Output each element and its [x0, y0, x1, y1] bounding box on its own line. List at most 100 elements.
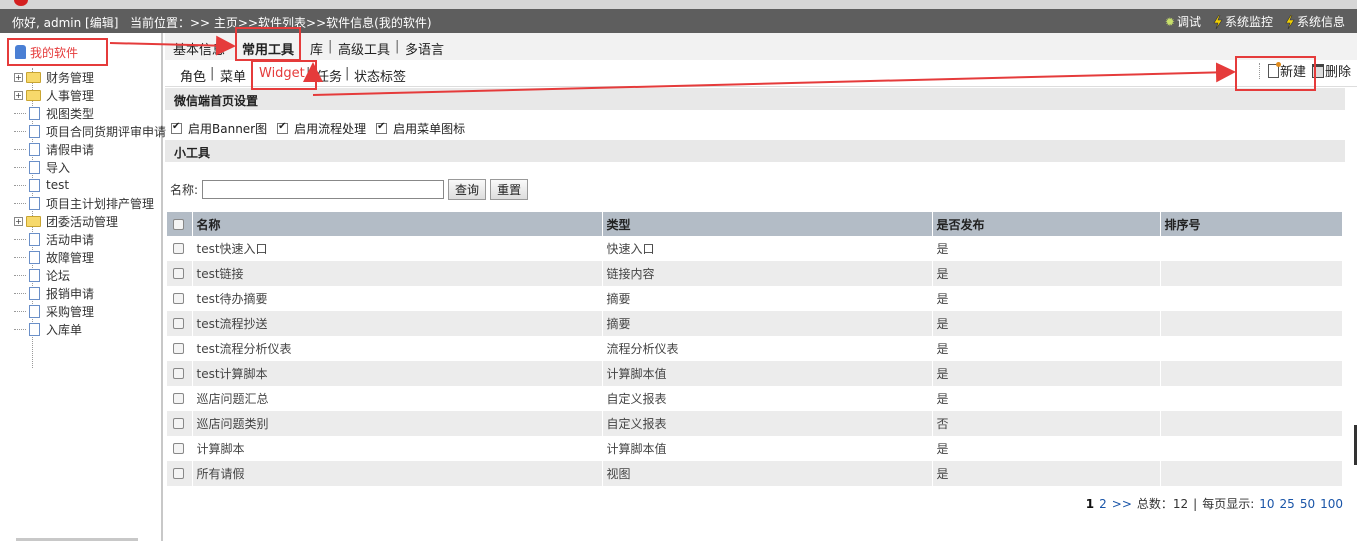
- system-monitor-label: 系统监控: [1224, 15, 1273, 29]
- table-row[interactable]: test流程分析仪表 流程分析仪表是: [167, 336, 1343, 361]
- lightning-icon: [1213, 14, 1223, 29]
- expand-icon[interactable]: +: [14, 216, 23, 226]
- table-row[interactable]: test快速入口 快速入口是: [167, 236, 1343, 261]
- sidebar-item[interactable]: + 财务管理: [14, 68, 166, 86]
- sidebar-item[interactable]: test: [14, 176, 166, 194]
- tab-advanced-tools[interactable]: 高级工具: [338, 39, 390, 58]
- cell-name[interactable]: 计算脚本: [192, 436, 603, 461]
- cell-name[interactable]: test待办摘要: [192, 286, 603, 311]
- cell-published: 是: [932, 461, 1161, 486]
- row-checkbox[interactable]: [173, 318, 184, 329]
- table-row[interactable]: test链接 链接内容是: [167, 261, 1343, 286]
- expand-icon[interactable]: +: [14, 72, 23, 82]
- table-row[interactable]: test流程抄送 摘要是: [167, 311, 1343, 336]
- sidebar-item[interactable]: 报销申请: [14, 284, 166, 302]
- table-row[interactable]: test待办摘要 摘要是: [167, 286, 1343, 311]
- next-page-link[interactable]: >>: [1112, 497, 1132, 511]
- column-header-type[interactable]: 类型: [602, 212, 933, 236]
- row-checkbox[interactable]: [173, 443, 184, 454]
- per-page-option[interactable]: 10: [1259, 497, 1274, 511]
- app-logo: [14, 0, 28, 6]
- per-page-option[interactable]: 100: [1320, 497, 1343, 511]
- lightning-icon: [1285, 14, 1295, 29]
- row-checkbox[interactable]: [173, 393, 184, 404]
- sidebar-item-label: 导入: [46, 160, 71, 175]
- banner-checkbox[interactable]: [171, 121, 182, 134]
- sidebar-item[interactable]: 项目合同货期评审申请: [14, 122, 166, 140]
- table-row[interactable]: 所有请假 视图是: [167, 461, 1343, 486]
- page-link[interactable]: 2: [1099, 497, 1107, 511]
- sidebar-item[interactable]: + 人事管理: [14, 86, 166, 104]
- sidebar-item[interactable]: 论坛: [14, 266, 166, 284]
- tab-role[interactable]: 角色: [180, 66, 206, 85]
- sidebar-root-my-software[interactable]: 我的软件: [7, 38, 108, 66]
- column-header-order[interactable]: 排序号: [1160, 212, 1343, 236]
- cell-name[interactable]: 巡店问题类别: [192, 411, 603, 436]
- cell-name[interactable]: test快速入口: [192, 236, 603, 261]
- cell-name[interactable]: 巡店问题汇总: [192, 386, 603, 411]
- row-checkbox[interactable]: [173, 343, 184, 354]
- sidebar-item[interactable]: 入库单: [14, 320, 166, 338]
- per-page-option[interactable]: 25: [1280, 497, 1295, 511]
- cell-name[interactable]: test链接: [192, 261, 603, 286]
- cell-type: 自定义报表: [602, 411, 933, 436]
- tab-basic-info[interactable]: 基本信息: [173, 39, 225, 58]
- row-select-cell: [167, 361, 193, 386]
- table-row[interactable]: 计算脚本 计算脚本值是: [167, 436, 1343, 461]
- delete-button[interactable]: 删除: [1311, 61, 1351, 80]
- tab-multilanguage[interactable]: 多语言: [405, 39, 444, 58]
- sidebar-item-label: 人事管理: [46, 88, 95, 103]
- column-header-name[interactable]: 名称: [192, 212, 603, 236]
- tab-menu[interactable]: 菜单: [220, 66, 246, 85]
- sidebar-item[interactable]: 采购管理: [14, 302, 166, 320]
- sidebar-item[interactable]: 故障管理: [14, 248, 166, 266]
- tree-connector: [14, 166, 26, 168]
- tab-task[interactable]: 任务: [316, 66, 342, 85]
- cell-order: [1160, 361, 1343, 386]
- search-input[interactable]: [202, 180, 445, 199]
- table-row[interactable]: test计算脚本 计算脚本值是: [167, 361, 1343, 386]
- sub-tabs: 角色 | 菜单 | Widget | 任务 | 状态标签: [165, 60, 1357, 87]
- table-row[interactable]: 巡店问题类别 自定义报表否: [167, 411, 1343, 436]
- menu-icon-checkbox[interactable]: [376, 121, 388, 134]
- query-button[interactable]: 查询: [448, 179, 487, 200]
- table-row[interactable]: 巡店问题汇总 自定义报表是: [167, 386, 1343, 411]
- select-all-checkbox[interactable]: [173, 218, 184, 230]
- tab-status-label[interactable]: 状态标签: [354, 66, 406, 85]
- cell-name[interactable]: test流程分析仪表: [192, 336, 603, 361]
- sidebar-item[interactable]: 项目主计划排产管理: [14, 194, 166, 212]
- row-checkbox[interactable]: [173, 293, 184, 304]
- system-monitor-link[interactable]: 系统监控: [1213, 13, 1273, 30]
- cell-name[interactable]: 所有请假: [192, 461, 603, 486]
- sidebar-item[interactable]: 导入: [14, 158, 166, 176]
- cell-name[interactable]: test流程抄送: [192, 311, 603, 336]
- cell-name[interactable]: test计算脚本: [192, 361, 603, 386]
- sidebar-item-label: 报销申请: [46, 286, 95, 301]
- row-checkbox[interactable]: [173, 268, 184, 279]
- per-page-option[interactable]: 50: [1300, 497, 1315, 511]
- flow-process-checkbox[interactable]: [277, 121, 289, 134]
- search-label: 名称:: [170, 183, 199, 197]
- row-checkbox[interactable]: [173, 243, 184, 254]
- sidebar-item[interactable]: + 团委活动管理: [14, 212, 166, 230]
- greeting-text[interactable]: 你好, admin [编辑]: [12, 14, 118, 31]
- column-header-published[interactable]: 是否发布: [932, 212, 1161, 236]
- row-checkbox[interactable]: [173, 418, 184, 429]
- row-checkbox[interactable]: [173, 368, 184, 379]
- row-checkbox[interactable]: [173, 468, 184, 479]
- sidebar-item[interactable]: 请假申请: [14, 140, 166, 158]
- folder-icon: [26, 71, 41, 83]
- debug-link[interactable]: ✹ 调试: [1165, 13, 1201, 30]
- expand-icon[interactable]: +: [14, 90, 23, 100]
- system-info-link[interactable]: 系统信息: [1285, 13, 1345, 30]
- tab-library[interactable]: 库: [310, 39, 323, 58]
- sidebar-item-label: 项目主计划排产管理: [46, 196, 155, 211]
- header-links: ✹ 调试 系统监控 系统信息: [1165, 13, 1345, 30]
- sidebar-item-label: 活动申请: [46, 232, 95, 247]
- sidebar-item[interactable]: 视图类型: [14, 104, 166, 122]
- sidebar-item[interactable]: 活动申请: [14, 230, 166, 248]
- reset-button[interactable]: 重置: [490, 179, 529, 200]
- search-bar: 名称: 查询 重置: [170, 179, 529, 200]
- folder-icon: [26, 89, 41, 101]
- tree-connector: [14, 130, 26, 132]
